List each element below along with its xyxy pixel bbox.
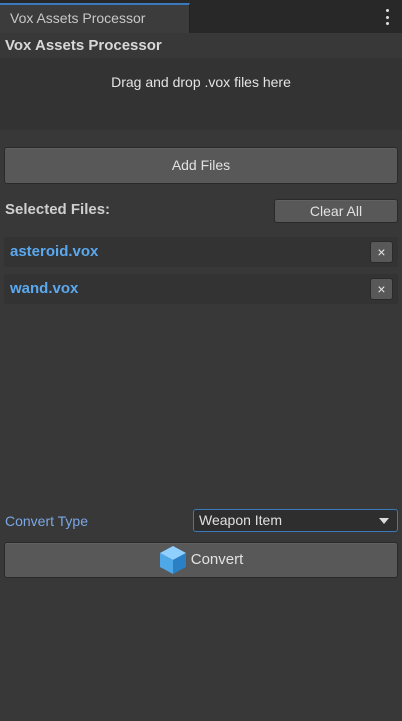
list-item: wand.vox × [4,274,398,304]
clear-all-button[interactable]: Clear All [274,199,398,223]
convert-type-label: Convert Type [5,513,89,529]
selected-files-label: Selected Files: [5,201,111,218]
cube-icon [159,546,186,574]
dropzone[interactable]: Drag and drop .vox files here [0,58,402,130]
convert-type-value: Weapon Item [199,512,283,528]
dropzone-text: Drag and drop .vox files here [111,74,291,90]
remove-file-button[interactable]: × [370,241,393,263]
remove-file-button[interactable]: × [370,278,393,300]
file-name[interactable]: wand.vox [10,280,78,297]
add-files-button[interactable]: Add Files [4,147,398,184]
list-item: asteroid.vox × [4,237,398,267]
panel-title: Vox Assets Processor [5,37,162,54]
more-vertical-icon[interactable] [382,9,392,25]
convert-type-dropdown[interactable]: Weapon Item [193,509,398,532]
chevron-down-icon [379,518,389,524]
tab-bar: Vox Assets Processor [0,0,402,33]
convert-button[interactable]: Convert [4,542,398,578]
tab-vox-assets-processor[interactable]: Vox Assets Processor [0,3,190,33]
convert-button-label: Convert [190,551,244,568]
file-name[interactable]: asteroid.vox [10,243,98,260]
